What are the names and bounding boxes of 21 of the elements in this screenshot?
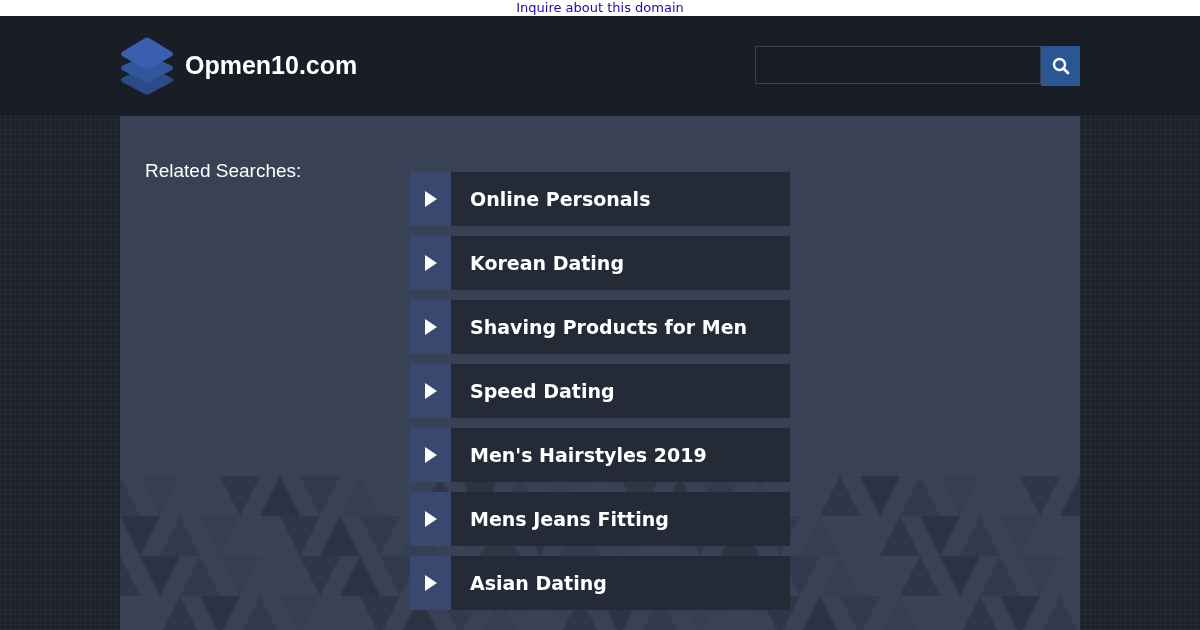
related-search-link[interactable]: Online Personals — [410, 172, 790, 226]
search-field[interactable] — [755, 45, 1041, 84]
related-search-link[interactable]: Shaving Products for Men — [410, 300, 790, 354]
search-button[interactable] — [1041, 45, 1080, 86]
related-search-link[interactable]: Speed Dating — [410, 364, 790, 418]
related-search-link[interactable]: Mens Jeans Fitting — [410, 492, 790, 546]
play-arrow-icon — [423, 510, 438, 528]
layers-logo-icon — [120, 35, 174, 96]
play-arrow-icon — [423, 382, 438, 400]
play-arrow-icon — [423, 574, 438, 592]
related-search-link[interactable]: Men's Hairstyles 2019 — [410, 428, 790, 482]
play-arrow-icon — [423, 190, 438, 208]
inquire-link[interactable]: Inquire about this domain — [516, 0, 684, 16]
related-search-link[interactable]: Asian Dating — [410, 556, 790, 610]
related-searches-heading: Related Searches: — [145, 160, 303, 182]
site-name: Opmen10.com — [185, 51, 358, 80]
play-arrow-icon — [423, 446, 438, 464]
play-arrow-icon — [423, 318, 438, 336]
related-search-link[interactable]: Korean Dating — [410, 236, 790, 290]
play-arrow-icon — [423, 254, 438, 272]
search-icon — [1051, 56, 1070, 75]
